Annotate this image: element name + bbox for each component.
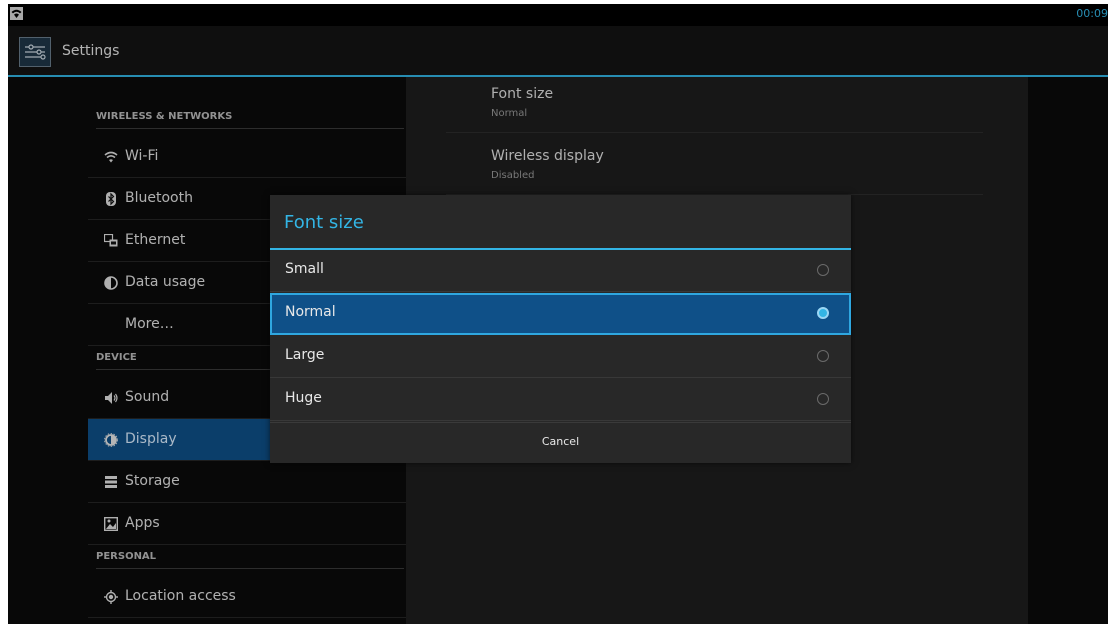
option-label: Large xyxy=(285,347,325,363)
option-small[interactable]: Small xyxy=(270,250,851,292)
radio-button-checked[interactable] xyxy=(817,307,829,319)
radio-button[interactable] xyxy=(817,393,829,405)
font-size-dialog: Font size Small Normal Large Huge Cancel xyxy=(270,195,851,463)
radio-button[interactable] xyxy=(817,350,829,362)
option-label: Normal xyxy=(285,304,336,320)
option-huge[interactable]: Huge xyxy=(270,379,851,421)
option-large[interactable]: Large xyxy=(270,336,851,378)
dialog-title: Font size xyxy=(284,212,364,233)
option-label: Huge xyxy=(285,390,322,406)
option-normal[interactable]: Normal xyxy=(270,293,851,335)
cancel-label: Cancel xyxy=(541,435,580,448)
cancel-button[interactable]: Cancel xyxy=(270,422,851,463)
option-label: Small xyxy=(285,261,324,277)
radio-button[interactable] xyxy=(817,264,829,276)
android-screen: 00:09 Settings Font size Normal Wireless… xyxy=(8,4,1108,624)
